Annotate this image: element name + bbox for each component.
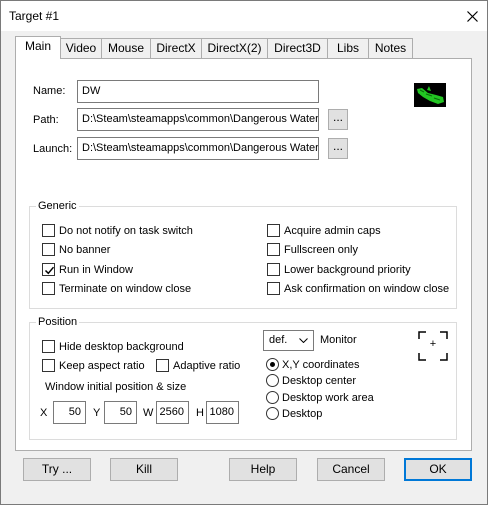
- monitor-select-value: def.: [269, 334, 288, 346]
- checkbox-box[interactable]: [42, 340, 55, 353]
- crosshair-label: +: [429, 338, 437, 350]
- launch-browse-button[interactable]: ...: [328, 138, 348, 159]
- checkbox-box[interactable]: [42, 282, 55, 295]
- checkbox-label: Do not notify on task switch: [59, 224, 193, 237]
- name-field[interactable]: DW: [77, 80, 319, 103]
- desktop-work-area-radio[interactable]: Desktop work area: [266, 391, 374, 404]
- target-dialog: Target #1 Main Video Mouse DirectX Direc…: [0, 0, 488, 505]
- checkbox-label: No banner: [59, 243, 111, 256]
- radio-label: Desktop work area: [282, 391, 374, 404]
- y-label: Y: [93, 407, 101, 419]
- window-title: Target #1: [9, 9, 60, 23]
- name-label: Name:: [33, 85, 66, 97]
- path-browse-button[interactable]: ...: [328, 109, 348, 130]
- h-field[interactable]: 1080: [206, 401, 239, 424]
- w-label: W: [143, 407, 154, 419]
- help-button[interactable]: Help: [229, 458, 297, 481]
- checkbox-box[interactable]: [42, 224, 55, 237]
- path-label: Path:: [33, 114, 59, 126]
- keep-aspect-checkbox[interactable]: Keep aspect ratio: [42, 359, 145, 372]
- checkbox-box[interactable]: [42, 263, 55, 276]
- launch-field[interactable]: D:\Steam\steamapps\common\Dangerous Wate…: [77, 137, 319, 160]
- launch-label: Launch:: [33, 143, 73, 155]
- monitor-select[interactable]: def.: [263, 330, 314, 351]
- cancel-button[interactable]: Cancel: [317, 458, 385, 481]
- run-in-window-checkbox[interactable]: Run in Window: [42, 263, 133, 276]
- checkbox-label: Acquire admin caps: [284, 224, 381, 237]
- x-label: X: [40, 407, 48, 419]
- tab-directx2[interactable]: DirectX(2): [201, 38, 268, 58]
- tab-directx[interactable]: DirectX: [150, 38, 202, 58]
- position-group: Position Hide desktop background Keep as…: [29, 316, 457, 440]
- radio-circle[interactable]: [266, 391, 279, 404]
- tab-main[interactable]: Main: [15, 36, 61, 59]
- radio-circle[interactable]: [266, 374, 279, 387]
- checkbox-label: Keep aspect ratio: [59, 359, 145, 372]
- checkbox-box[interactable]: [267, 224, 280, 237]
- h-label: H: [196, 407, 204, 419]
- do-not-notify-checkbox[interactable]: Do not notify on task switch: [42, 224, 193, 237]
- ok-button[interactable]: OK: [404, 458, 472, 481]
- terminate-on-close-checkbox[interactable]: Terminate on window close: [42, 282, 191, 295]
- radio-label: Desktop center: [282, 374, 356, 387]
- desktop-center-radio[interactable]: Desktop center: [266, 374, 356, 387]
- checkbox-label: Terminate on window close: [59, 282, 192, 295]
- acquire-admin-caps-checkbox[interactable]: Acquire admin caps: [267, 224, 381, 237]
- position-group-title: Position: [36, 316, 80, 328]
- checkbox-label: Adaptive ratio: [173, 359, 241, 372]
- radio-label: X,Y coordinates: [282, 358, 360, 371]
- try-button[interactable]: Try ...: [23, 458, 91, 481]
- tab-libs[interactable]: Libs: [327, 38, 369, 58]
- initial-position-label: Window initial position & size: [45, 381, 187, 393]
- checkbox-box[interactable]: [156, 359, 169, 372]
- checkmark-icon: [44, 266, 55, 275]
- path-field[interactable]: D:\Steam\steamapps\common\Dangerous Wate…: [77, 108, 319, 131]
- tab-direct3d[interactable]: Direct3D: [267, 38, 328, 58]
- close-button[interactable]: [457, 1, 487, 31]
- checkbox-label: Lower background priority: [284, 263, 411, 276]
- y-field[interactable]: 50: [104, 401, 137, 424]
- checkbox-box[interactable]: [42, 359, 55, 372]
- checkbox-box[interactable]: [42, 243, 55, 256]
- desktop-radio[interactable]: Desktop: [266, 407, 322, 420]
- lower-priority-checkbox[interactable]: Lower background priority: [267, 263, 411, 276]
- fullscreen-only-checkbox[interactable]: Fullscreen only: [267, 243, 358, 256]
- close-icon: [466, 10, 478, 22]
- w-field[interactable]: 2560: [156, 401, 189, 424]
- radio-label: Desktop: [282, 407, 323, 420]
- tab-mouse[interactable]: Mouse: [101, 38, 151, 58]
- checkbox-label: Ask confirmation on window close: [284, 282, 450, 295]
- adaptive-ratio-checkbox[interactable]: Adaptive ratio: [156, 359, 240, 372]
- radio-circle[interactable]: [266, 358, 279, 371]
- no-banner-checkbox[interactable]: No banner: [42, 243, 110, 256]
- checkbox-box[interactable]: [267, 282, 280, 295]
- xy-coordinates-radio[interactable]: X,Y coordinates: [266, 358, 359, 371]
- tab-notes[interactable]: Notes: [368, 38, 413, 58]
- chevron-down-icon: [299, 338, 308, 343]
- generic-group: Generic Do not notify on task switch No …: [29, 200, 457, 309]
- crosshair-picker[interactable]: +: [418, 331, 448, 361]
- radio-circle[interactable]: [266, 407, 279, 420]
- tab-video[interactable]: Video: [60, 38, 102, 58]
- checkbox-label: Hide desktop background: [59, 340, 184, 353]
- generic-group-title: Generic: [36, 200, 79, 212]
- title-bar: Target #1: [1, 1, 487, 31]
- hide-desktop-checkbox[interactable]: Hide desktop background: [42, 340, 184, 353]
- monitor-label: Monitor: [320, 334, 357, 346]
- kill-button[interactable]: Kill: [110, 458, 178, 481]
- submarine-icon: [414, 83, 446, 107]
- x-field[interactable]: 50: [53, 401, 86, 424]
- checkbox-box[interactable]: [267, 243, 280, 256]
- checkbox-label: Fullscreen only: [284, 243, 358, 256]
- ask-confirmation-checkbox[interactable]: Ask confirmation on window close: [267, 282, 449, 295]
- checkbox-label: Run in Window: [59, 263, 133, 276]
- checkbox-box[interactable]: [267, 263, 280, 276]
- main-tab-panel: Name: DW Path: D:\Steam\steamapps\common…: [15, 58, 472, 451]
